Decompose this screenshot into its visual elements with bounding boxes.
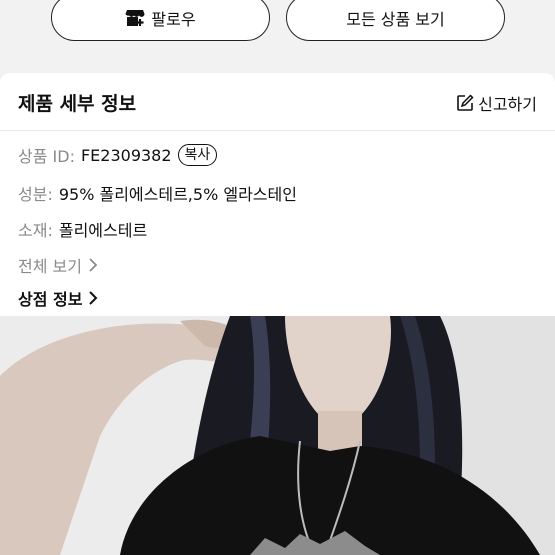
composition-value: 95% 폴리에스테르,5% 엘라스테인: [58, 185, 297, 204]
all-products-button[interactable]: 모든 상품 보기: [286, 0, 505, 41]
material-value: 폴리에스테르: [58, 221, 148, 240]
card-header: 제품 세부 정보 신고하기: [0, 73, 555, 131]
product-photo[interactable]: [0, 316, 555, 555]
store-follow-icon: [125, 9, 145, 26]
material-label: 소재:: [18, 221, 53, 240]
product-details-card: 제품 세부 정보 신고하기 상품 ID: FE2309382 복사 성분: 95…: [0, 73, 555, 316]
composition-label: 성분:: [18, 185, 53, 204]
top-action-bar: 팔로우 모든 상품 보기: [0, 0, 555, 70]
composition-row: 성분: 95% 폴리에스테르,5% 엘라스테인: [18, 181, 297, 205]
all-products-label: 모든 상품 보기: [346, 9, 445, 29]
report-label: 신고하기: [478, 95, 537, 114]
report-button[interactable]: 신고하기: [456, 91, 537, 115]
shop-info-link[interactable]: 상점 정보: [18, 286, 98, 310]
chevron-right-icon: [89, 291, 98, 305]
card-title: 제품 세부 정보: [18, 93, 137, 115]
product-photo-illustration: [0, 316, 555, 555]
product-id-label: 상품 ID:: [18, 147, 75, 166]
chevron-right-icon: [89, 258, 98, 272]
material-row: 소재: 폴리에스테르: [18, 217, 147, 241]
follow-label: 팔로우: [151, 9, 196, 29]
see-all-link[interactable]: 전체 보기: [18, 253, 98, 277]
follow-button[interactable]: 팔로우: [51, 0, 270, 41]
product-id-value: FE2309382: [80, 145, 172, 165]
shop-info-label: 상점 정보: [18, 290, 83, 309]
copy-button[interactable]: 복사: [177, 144, 218, 166]
edit-icon: [457, 94, 474, 111]
product-id-row: 상품 ID: FE2309382 복사: [18, 143, 218, 167]
see-all-label: 전체 보기: [18, 257, 82, 276]
